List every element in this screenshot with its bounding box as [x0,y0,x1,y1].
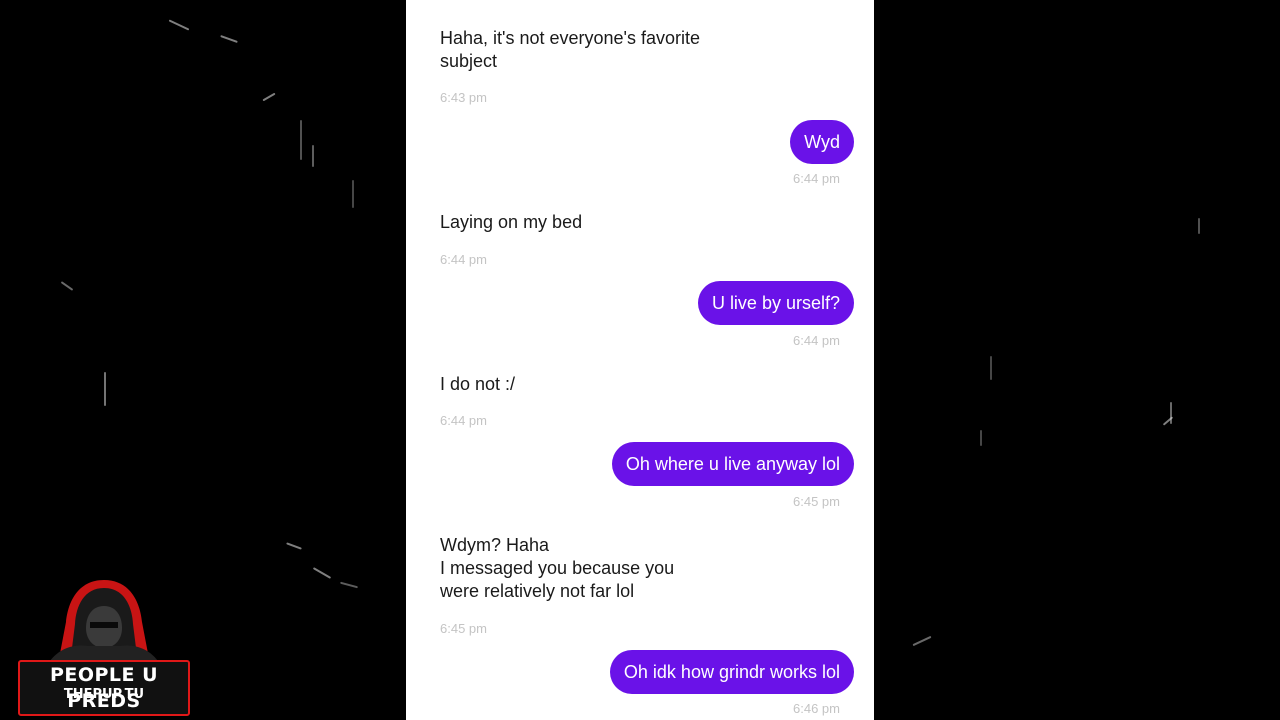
timestamp: 6:44 pm [793,333,840,348]
hooded-figure-icon [48,580,160,664]
channel-logo: PEOPLE U PREDS THEPUP.TU [18,576,190,716]
timestamp: 6:45 pm [793,494,840,509]
incoming-message: Laying on my bed [440,212,583,232]
incoming-message: Wdym? Haha I messaged you because you we… [440,535,675,601]
outgoing-message-bubble: Wyd [790,120,854,164]
timestamp: 6:44 pm [440,252,487,267]
timestamp: 6:45 pm [440,621,487,636]
timestamp: 6:44 pm [793,171,840,186]
incoming-message: Haha, it's not everyone's favorite subje… [440,28,701,71]
outgoing-message-bubble: Oh where u live anyway lol [611,442,854,486]
outgoing-message-bubble: Oh idk how grindr works lol [609,650,854,694]
video-frame: Haha, it's not everyone's favorite subje… [0,0,1280,720]
timestamp: 6:44 pm [440,413,487,428]
outgoing-message-bubble: U live by urself? [697,281,854,325]
incoming-message: I do not :/ [440,374,516,394]
timestamp: 6:46 pm [793,701,840,716]
timestamp: 6:43 pm [440,90,487,105]
logo-subtitle: THEPUP.TU [63,687,145,702]
chat-screen: Haha, it's not everyone's favorite subje… [406,0,874,720]
